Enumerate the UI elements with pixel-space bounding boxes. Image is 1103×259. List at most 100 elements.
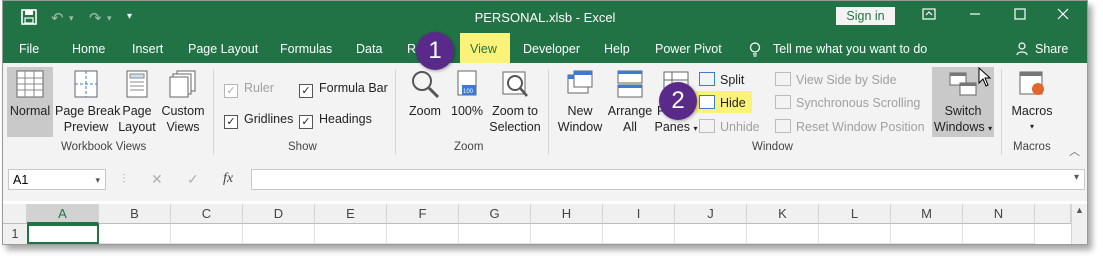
scroll-up-icon[interactable]: ▲ [1075, 205, 1084, 215]
arrange-all-icon [617, 70, 643, 98]
row-header[interactable]: 1 [3, 224, 28, 244]
column-header[interactable]: E [315, 204, 387, 224]
magnifier-icon [412, 71, 440, 99]
cell[interactable] [675, 224, 747, 244]
synchronous-scrolling-button[interactable]: Synchronous Scrolling [775, 95, 920, 110]
checkmark-icon: ✓ [224, 84, 238, 98]
mouse-pointer-icon [978, 67, 992, 87]
column-header[interactable]: J [675, 204, 747, 224]
reset-window-position-button[interactable]: Reset Window Position [775, 119, 925, 134]
cell[interactable] [891, 224, 963, 244]
minimize-icon[interactable] [960, 5, 990, 27]
arrange-label-2: All [623, 120, 637, 134]
tab-insert[interactable]: Insert [132, 42, 163, 56]
macros-button[interactable]: Macros ▾ [1009, 69, 1055, 135]
group-divider [548, 69, 549, 155]
headings-checkbox[interactable]: ✓ Headings [299, 112, 372, 129]
column-header[interactable]: I [603, 204, 675, 224]
unhide-button[interactable]: Unhide [699, 119, 760, 134]
cell[interactable] [171, 224, 243, 244]
close-icon[interactable] [1048, 5, 1078, 27]
cell[interactable] [963, 224, 1035, 244]
checkmark-icon: ✓ [299, 115, 313, 129]
chevron-down-icon[interactable]: ▾ [1074, 172, 1079, 183]
normal-view-icon [16, 70, 44, 98]
custom-views-button[interactable]: Custom Views [159, 69, 207, 135]
tab-formulas[interactable]: Formulas [280, 42, 332, 56]
insert-function-icon[interactable]: fx [223, 171, 233, 187]
cell[interactable] [315, 224, 387, 244]
cell[interactable] [387, 224, 459, 244]
headings-label: Headings [319, 112, 372, 126]
select-all-corner[interactable] [3, 204, 27, 224]
tab-data[interactable]: Data [356, 42, 382, 56]
page-layout-icon [126, 70, 148, 98]
column-header[interactable]: B [99, 204, 171, 224]
callout-step-2: 2 [659, 82, 697, 120]
tab-home[interactable]: Home [72, 42, 105, 56]
tab-page-layout[interactable]: Page Layout [188, 42, 258, 56]
custom-views-label-1: Custom [161, 104, 205, 118]
chevron-down-icon: ▾ [1029, 122, 1034, 131]
ruler-checkbox[interactable]: ✓ Ruler [224, 81, 274, 98]
share-button[interactable]: Share [1035, 42, 1068, 56]
sign-in-button[interactable]: Sign in [836, 7, 895, 25]
name-box[interactable]: A1 ▾ [8, 169, 106, 190]
column-header[interactable]: M [891, 204, 963, 224]
sync-scroll-icon [775, 95, 791, 109]
column-header[interactable]: D [243, 204, 315, 224]
switch-windows-icon [949, 72, 977, 96]
arrange-all-button[interactable]: Arrange All [606, 69, 654, 135]
tab-file[interactable]: File [19, 42, 39, 56]
tab-view[interactable]: View [460, 33, 510, 63]
page-layout-view-button[interactable]: Page Layout [117, 69, 157, 135]
formula-input[interactable]: ▾ [251, 169, 1085, 190]
cancel-icon[interactable]: ✕ [151, 171, 163, 188]
collapse-ribbon-icon[interactable]: ︿ [1069, 143, 1080, 159]
ribbon-view: Normal Page Break Preview Page Layout Cu… [3, 63, 1087, 160]
view-side-by-side-button[interactable]: View Side by Side [775, 72, 897, 87]
cell[interactable] [459, 224, 531, 244]
zoom-button[interactable]: Zoom [405, 69, 445, 119]
column-header[interactable]: L [819, 204, 891, 224]
cell[interactable] [243, 224, 315, 244]
column-header[interactable]: N [963, 204, 1035, 224]
lightbulb-icon [749, 42, 761, 60]
vertical-scrollbar[interactable]: ▲ [1071, 204, 1087, 244]
normal-view-button[interactable]: Normal [7, 69, 53, 119]
side-by-side-icon [775, 72, 791, 86]
split-button[interactable]: Split [699, 72, 744, 87]
page-break-preview-button[interactable]: Page Break Preview [55, 69, 120, 135]
column-header[interactable]: A [27, 204, 99, 224]
cell[interactable] [531, 224, 603, 244]
tab-developer[interactable]: Developer [523, 42, 580, 56]
column-header[interactable]: F [387, 204, 459, 224]
tab-help[interactable]: Help [604, 42, 630, 56]
tab-power-pivot[interactable]: Power Pivot [655, 42, 722, 56]
cell[interactable] [99, 224, 171, 244]
cell[interactable] [747, 224, 819, 244]
column-header[interactable]: G [459, 204, 531, 224]
formula-bar-label: Formula Bar [319, 81, 388, 95]
cell[interactable] [819, 224, 891, 244]
column-header[interactable]: C [171, 204, 243, 224]
column-header[interactable]: H [531, 204, 603, 224]
maximize-icon[interactable] [1005, 5, 1035, 27]
ribbon-display-icon[interactable] [914, 5, 944, 27]
chevron-down-icon[interactable]: ▾ [95, 170, 100, 191]
arrange-label-1: Arrange [607, 104, 653, 118]
column-header[interactable]: K [747, 204, 819, 224]
active-cell[interactable] [27, 224, 99, 244]
tell-me-search[interactable]: Tell me what you want to do [773, 42, 927, 56]
zoom-to-selection-button[interactable]: Zoom to Selection [487, 69, 543, 135]
gridlines-checkbox[interactable]: ✓ Gridlines [224, 112, 293, 129]
new-window-button[interactable]: New Window [556, 69, 604, 135]
hide-button[interactable]: Hide [699, 95, 746, 110]
cell[interactable] [603, 224, 675, 244]
formula-bar-checkbox[interactable]: ✓ Formula Bar [299, 81, 388, 98]
unhide-icon [699, 119, 715, 133]
enter-icon[interactable]: ✓ [187, 171, 199, 188]
reset-position-label: Reset Window Position [796, 120, 925, 134]
zoom-100-button[interactable]: 100 100% [449, 69, 485, 119]
share-icon[interactable] [1016, 42, 1030, 59]
